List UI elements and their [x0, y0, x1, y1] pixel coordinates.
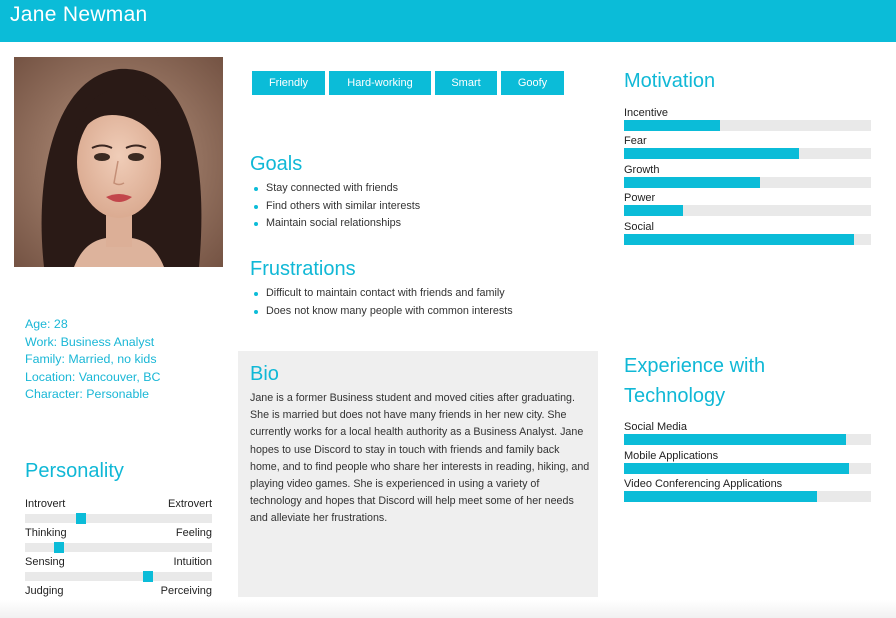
bottom-edge [0, 600, 896, 618]
trait-tag: Hard-working [329, 71, 431, 95]
location-text: Location: Vancouver, BC [25, 369, 161, 384]
bar-fill [624, 177, 760, 188]
scale-right-label: Feeling [175, 527, 212, 539]
bar-label: Fear [624, 135, 647, 147]
bar-fill [624, 148, 800, 159]
persona-name: Jane Newman [10, 3, 148, 26]
goal-item: Stay connected with friends [250, 180, 420, 198]
technology-bar: Social Media [624, 421, 871, 445]
scale-marker [53, 542, 64, 553]
frustrations-title: Frustrations [250, 258, 356, 280]
character-text: Character: Personable [25, 387, 149, 402]
frustration-item: Difficult to maintain contact with frien… [250, 285, 513, 303]
personality-scale: Thinking Feeling [25, 527, 212, 553]
scale-left-label: Introvert [25, 498, 66, 510]
frustrations-list: Difficult to maintain contact with frien… [250, 285, 513, 320]
bio-text: Jane is a former Business student and mo… [250, 392, 590, 525]
motivation-bar: Fear [624, 135, 871, 159]
goals-title: Goals [250, 153, 303, 175]
bar-track [624, 434, 871, 445]
goal-item: Find others with similar interests [250, 198, 420, 216]
bar-fill [624, 234, 854, 245]
scale-right-label: Perceiving [160, 585, 212, 597]
bar-label: Social Media [624, 421, 687, 433]
bar-track [624, 120, 871, 131]
scale-left-label: Judging [25, 585, 64, 597]
header-bar: Jane Newman [0, 0, 896, 42]
bar-fill [624, 491, 817, 502]
portrait-image [14, 57, 223, 267]
trait-tag: Friendly [252, 71, 325, 95]
bar-fill [624, 120, 721, 131]
scale-track [25, 542, 212, 553]
technology-title-line2: Technology [624, 385, 726, 407]
bar-label: Growth [624, 164, 660, 176]
scale-left-label: Sensing [25, 556, 65, 568]
goal-item: Maintain social relationships [250, 215, 420, 233]
frustration-item: Does not know many people with common in… [250, 303, 513, 321]
personality-title: Personality [25, 460, 124, 482]
trait-tags: Friendly Hard-working Smart Goofy [252, 71, 564, 95]
work-text: Work: Business Analyst [25, 334, 155, 349]
bar-fill [624, 463, 849, 474]
scale-left-label: Thinking [25, 527, 67, 539]
scale-track [25, 571, 212, 582]
personality-scale: Introvert Extrovert [25, 498, 212, 524]
scale-right-label: Extrovert [167, 498, 212, 510]
trait-tag: Smart [435, 71, 497, 95]
trait-tag: Goofy [501, 71, 564, 95]
bar-fill [624, 434, 847, 445]
bar-label: Mobile Applications [624, 450, 719, 462]
bar-track [624, 491, 871, 502]
bar-track [624, 177, 871, 188]
demographics: Age: 28 Work: Business Analyst Family: M… [25, 316, 160, 404]
bar-label: Incentive [624, 107, 669, 119]
motivation-title: Motivation [624, 70, 716, 92]
scale-track [25, 513, 212, 524]
motivation-bar: Growth [624, 164, 871, 188]
family-text: Family: Married, no kids [25, 352, 157, 367]
bio-title: Bio [250, 363, 279, 385]
motivation-bar: Social [624, 221, 871, 245]
age-text: Age: 28 [25, 317, 68, 331]
bar-track [624, 205, 871, 216]
bar-track [624, 463, 871, 474]
persona-photo [14, 57, 223, 267]
technology-title: Experience with [624, 355, 766, 377]
scale-marker [76, 513, 87, 524]
goals-list: Stay connected with friends Find others … [250, 180, 420, 233]
bar-track [624, 234, 871, 245]
bar-label: Social [624, 221, 654, 233]
bar-label: Power [624, 192, 656, 204]
bar-fill [624, 205, 684, 216]
motivation-bar: Power [624, 192, 871, 216]
technology-bar: Video Conferencing Applications [624, 478, 871, 502]
personality-scale: Sensing Intuition [25, 556, 212, 582]
scale-marker [143, 571, 154, 582]
scale-right-label: Intuition [173, 556, 212, 568]
bar-label: Video Conferencing Applications [624, 478, 783, 490]
bar-track [624, 148, 871, 159]
technology-bar: Mobile Applications [624, 450, 871, 474]
motivation-bar: Incentive [624, 107, 871, 131]
